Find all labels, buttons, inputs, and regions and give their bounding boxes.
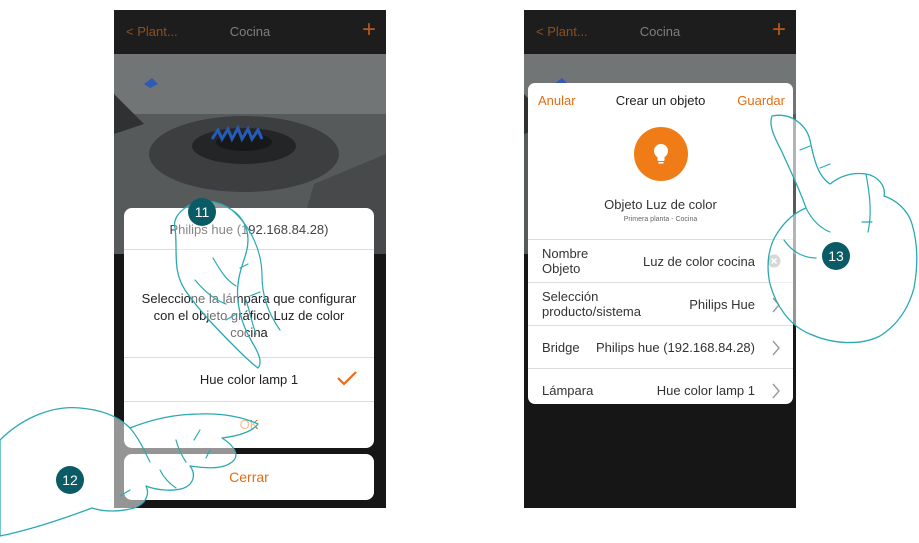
name-row[interactable]: Nombre Objeto Luz de color cocina [528, 239, 793, 283]
lamp-selection-sheet: Philips hue (192.168.84.28) Seleccione l… [124, 208, 374, 448]
checkmark-icon [337, 371, 357, 386]
lightbulb-icon [634, 127, 688, 181]
right-phone-screen: < Plant... Cocina + Anular Crear un obje… [524, 10, 796, 508]
plus-icon[interactable]: + [362, 16, 376, 44]
chevron-right-icon [772, 340, 780, 356]
row-label: Nombre Objeto [542, 246, 589, 276]
instruction-area: Seleccione la lámpara que configurar con… [124, 249, 374, 358]
ok-label: OK [239, 417, 259, 432]
row-value: Philips hue (192.168.84.28) [595, 340, 755, 355]
row-value: Hue color lamp 1 [656, 383, 755, 398]
product-row[interactable]: Selección producto/sistema Philips Hue [528, 282, 793, 326]
row-label: Bridge [542, 340, 580, 355]
row-label: Selección producto/sistema [542, 289, 641, 319]
step-badge-11: 11 [188, 198, 216, 226]
instruction-text: Seleccione la lámpara que configurar con… [141, 291, 357, 340]
left-phone-screen: < Plant... Cocina + Philips hue (192.168… [114, 10, 386, 508]
row-value: Luz de color cocina [642, 254, 755, 269]
chevron-right-icon [772, 383, 780, 399]
chevron-right-icon [772, 297, 780, 313]
lamp-option-row[interactable]: Hue color lamp 1 [124, 357, 374, 402]
bridge-label: Philips hue (192.168.84.28) [169, 222, 329, 237]
close-button[interactable]: Cerrar [124, 454, 374, 500]
clear-icon[interactable] [767, 254, 781, 268]
nav-title: Cocina [229, 24, 271, 39]
row-label: Lámpara [542, 383, 594, 398]
plus-icon[interactable]: + [772, 16, 786, 44]
step-badge-12: 12 [56, 466, 84, 494]
bridge-row[interactable]: Bridge Philips hue (192.168.84.28) [528, 325, 793, 369]
object-location: Primera planta - Cocina [623, 216, 698, 223]
nav-bar: < Plant... Cocina + [114, 10, 386, 54]
close-label: Cerrar [229, 469, 269, 485]
save-button[interactable]: Guardar [737, 93, 785, 108]
lamp-row[interactable]: Lámpara Hue color lamp 1 [528, 368, 793, 404]
ok-button[interactable]: OK [124, 401, 374, 448]
object-title: Objeto Luz de color [604, 197, 717, 212]
step-badge-13: 13 [822, 242, 850, 270]
nav-title: Cocina [639, 24, 681, 39]
nav-bar: < Plant... Cocina + [524, 10, 796, 54]
row-value: Philips Hue [689, 297, 755, 312]
create-object-dialog: Anular Crear un objeto Guardar Objeto Lu… [528, 83, 793, 404]
